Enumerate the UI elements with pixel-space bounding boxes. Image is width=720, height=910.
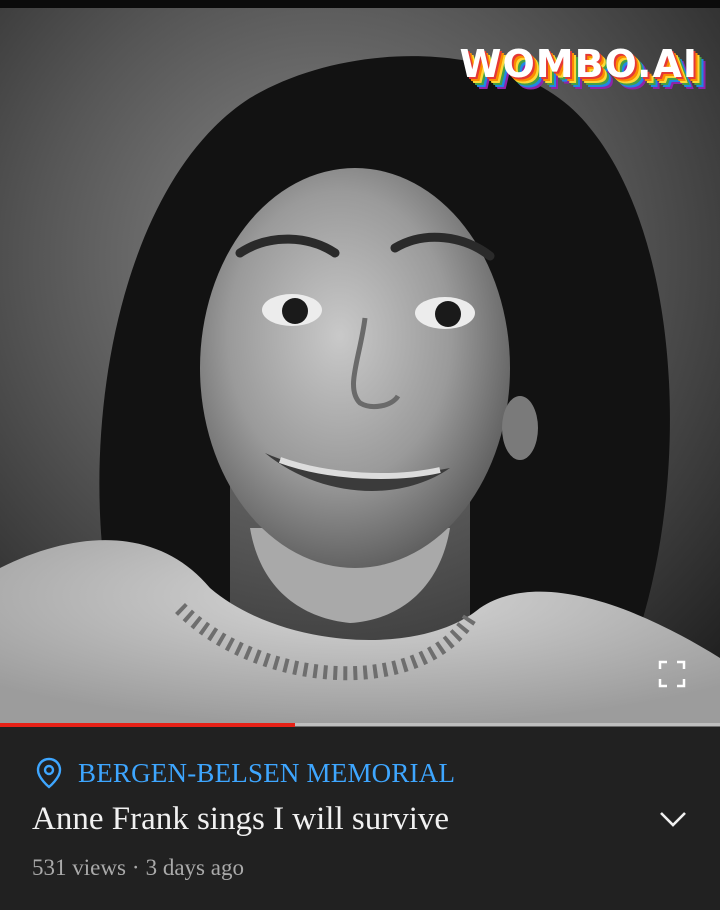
chevron-down-icon[interactable]: [658, 807, 688, 831]
location-pin-icon: [36, 757, 62, 789]
video-meta: 531 views · 3 days ago: [32, 855, 244, 881]
watermark-text: WOMBO.AI: [459, 42, 698, 86]
status-strip: [0, 0, 720, 8]
video-watch-screen: WOMBO.AI BERGEN-BELSEN MEMORIAL Anne Fra…: [0, 0, 720, 910]
location-link[interactable]: BERGEN-BELSEN MEMORIAL: [34, 757, 455, 789]
video-frame-image: [0, 8, 720, 726]
upload-age: 3 days ago: [145, 855, 244, 880]
video-details: BERGEN-BELSEN MEMORIAL Anne Frank sings …: [0, 727, 720, 910]
location-label: BERGEN-BELSEN MEMORIAL: [78, 757, 456, 788]
video-player[interactable]: WOMBO.AI: [0, 8, 720, 726]
video-title: Anne Frank sings I will survive: [32, 801, 450, 837]
fullscreen-icon[interactable]: [658, 660, 686, 688]
view-count: 531 views: [32, 855, 126, 880]
meta-separator: ·: [131, 855, 140, 880]
wombo-watermark: WOMBO.AI: [438, 42, 698, 106]
